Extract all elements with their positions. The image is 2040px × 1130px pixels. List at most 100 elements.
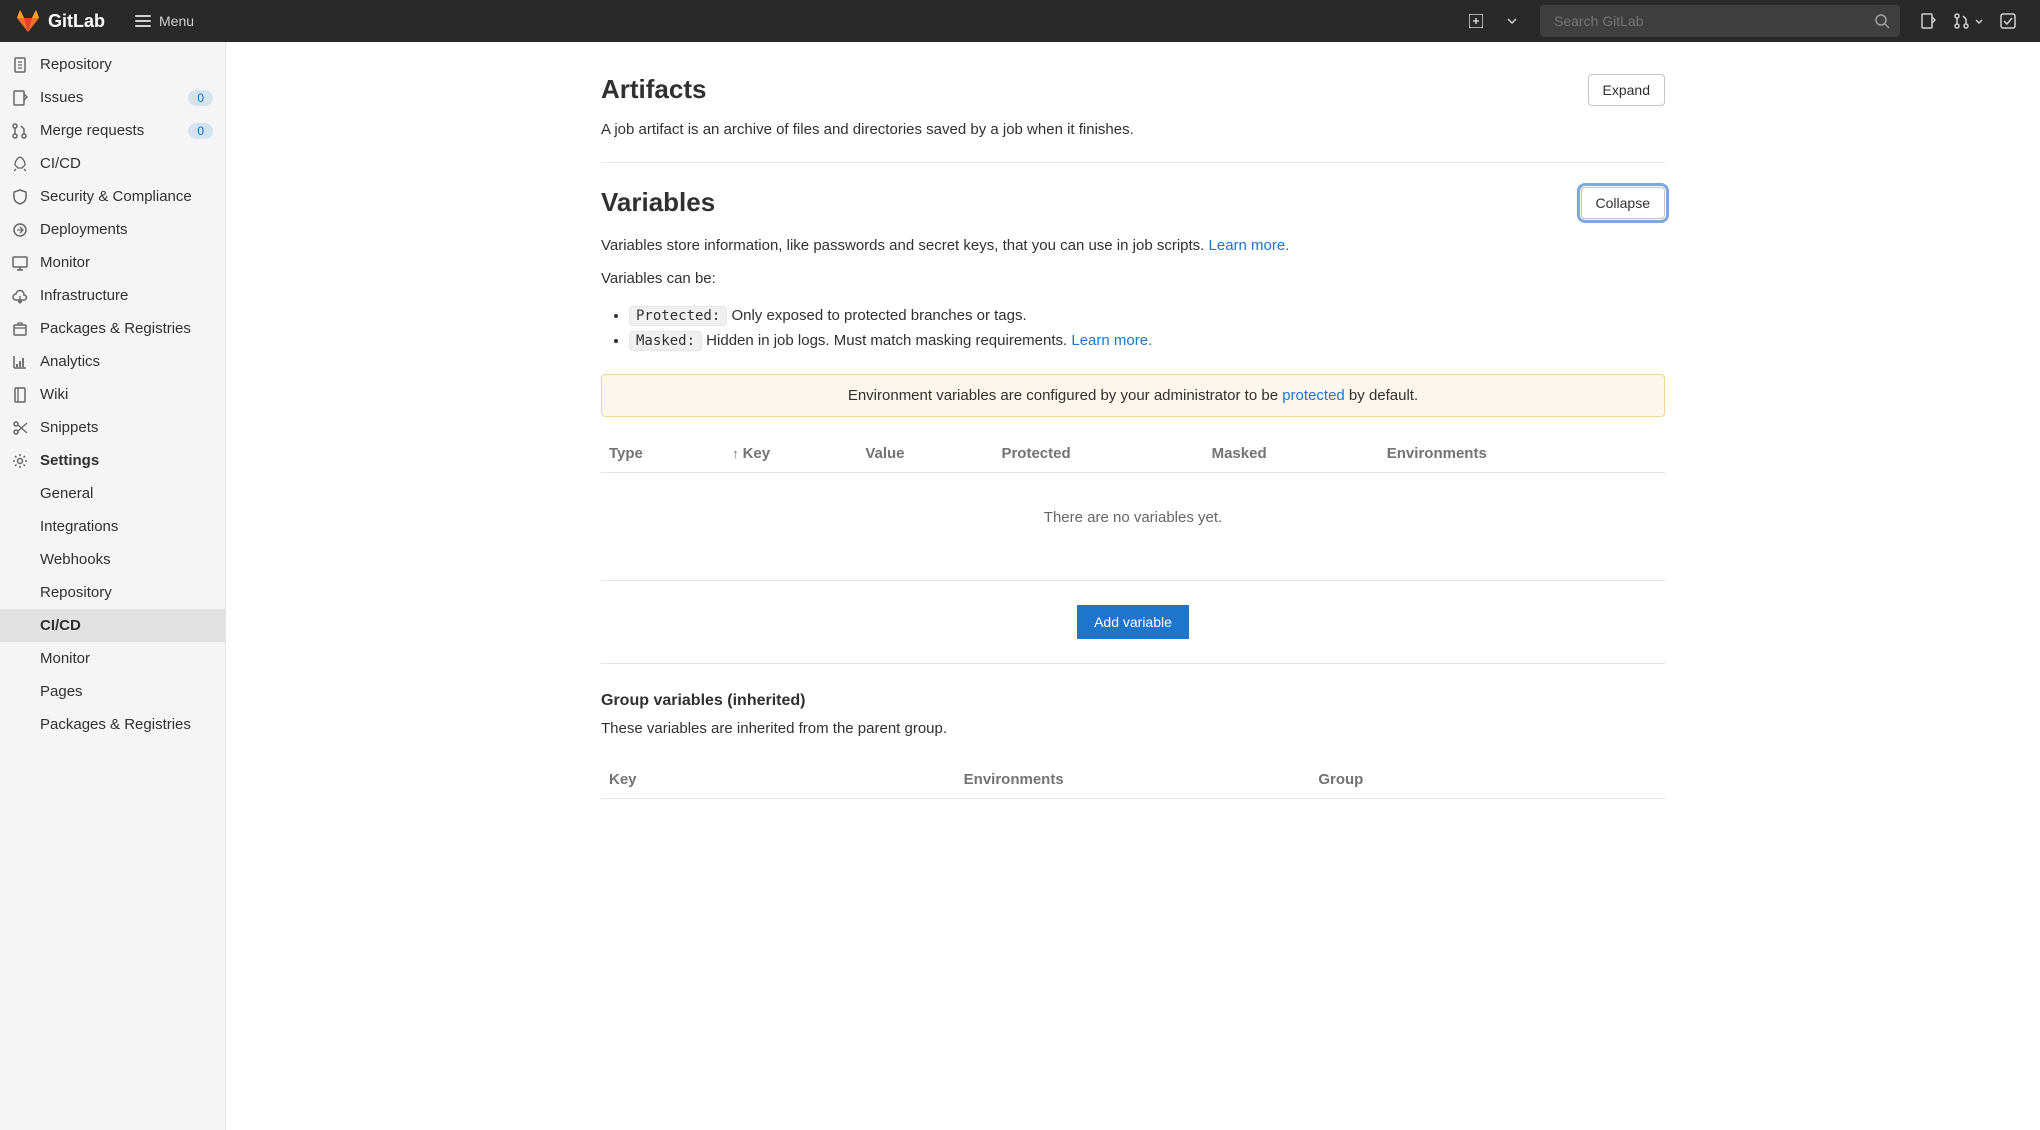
checkbox-icon — [2000, 13, 2016, 29]
sidebar-item-monitor[interactable]: Monitor — [0, 246, 225, 279]
gear-icon — [12, 453, 28, 469]
issues-icon — [12, 90, 28, 106]
variables-can-be: Variables can be: — [601, 270, 1665, 287]
sidebar-sub-packages-registries[interactable]: Packages & Registries — [0, 708, 225, 741]
sidebar-item-packages-registries[interactable]: Packages & Registries — [0, 312, 225, 345]
variables-collapse-button[interactable]: Collapse — [1581, 187, 1665, 219]
sidebar-item-issues[interactable]: Issues0 — [0, 81, 225, 114]
group-variables-desc: These variables are inherited from the p… — [601, 720, 1665, 737]
sidebar-sub-label: General — [40, 485, 93, 502]
variables-col-protected[interactable]: Protected — [993, 435, 1203, 473]
sidebar-sub-integrations[interactable]: Integrations — [0, 510, 225, 543]
chart-icon — [12, 354, 28, 370]
variables-col-value[interactable]: Value — [857, 435, 993, 473]
artifacts-title: Artifacts — [601, 74, 1588, 105]
sidebar-item-wiki[interactable]: Wiki — [0, 378, 225, 411]
variables-col-masked[interactable]: Masked — [1204, 435, 1379, 473]
search-input[interactable] — [1540, 5, 1900, 37]
sidebar-sub-label: Pages — [40, 683, 83, 700]
masked-bullet: Masked: Hidden in job logs. Must match m… — [629, 328, 1665, 354]
issues-header-button[interactable] — [1912, 5, 1944, 37]
variables-desc: Variables store information, like passwo… — [601, 237, 1665, 254]
group-col-environments[interactable]: Environments — [956, 761, 1311, 799]
sidebar-item-label: Wiki — [40, 386, 68, 403]
shield-icon — [12, 189, 28, 205]
variables-table: Type↑KeyValueProtectedMaskedEnvironments… — [601, 435, 1665, 562]
sidebar-item-label: Issues — [40, 89, 83, 106]
sidebar-sub-ci-cd[interactable]: CI/CD — [0, 609, 225, 642]
sidebar-badge: 0 — [188, 123, 213, 139]
sidebar-item-snippets[interactable]: Snippets — [0, 411, 225, 444]
sidebar-item-repository[interactable]: Repository — [0, 48, 225, 81]
variables-col-key[interactable]: ↑Key — [724, 435, 857, 473]
group-col-group[interactable]: Group — [1310, 761, 1665, 799]
sidebar-item-label: Merge requests — [40, 122, 144, 139]
sidebar-item-label: Snippets — [40, 419, 98, 436]
sidebar-item-security-compliance[interactable]: Security & Compliance — [0, 180, 225, 213]
add-variable-button[interactable]: Add variable — [1077, 605, 1189, 639]
variables-col-type[interactable]: Type — [601, 435, 724, 473]
sidebar-item-label: CI/CD — [40, 155, 81, 172]
menu-button[interactable]: Menu — [125, 7, 204, 35]
book-icon — [12, 387, 28, 403]
cloud-icon — [12, 288, 28, 304]
group-variables-table: KeyEnvironmentsGroup — [601, 761, 1665, 799]
sidebar-item-label: Infrastructure — [40, 287, 128, 304]
sidebar-item-ci-cd[interactable]: CI/CD — [0, 147, 225, 180]
sidebar-sub-label: Integrations — [40, 518, 118, 535]
create-new-dropdown[interactable] — [1496, 5, 1528, 37]
artifacts-desc: A job artifact is an archive of files an… — [601, 119, 1588, 142]
merge-icon — [12, 123, 28, 139]
sidebar-sub-pages[interactable]: Pages — [0, 675, 225, 708]
gitlab-logo-icon — [16, 9, 40, 33]
artifacts-expand-button[interactable]: Expand — [1588, 74, 1665, 106]
masked-tag: Masked: — [629, 331, 702, 351]
deploy-icon — [12, 222, 28, 238]
sidebar-sub-label: Monitor — [40, 650, 90, 667]
protected-link[interactable]: protected — [1282, 387, 1345, 404]
sidebar-item-label: Security & Compliance — [40, 188, 192, 205]
masked-learn-more-link[interactable]: Learn more. — [1071, 332, 1152, 349]
sidebar-item-label: Settings — [40, 452, 99, 469]
sidebar-sub-monitor[interactable]: Monitor — [0, 642, 225, 675]
sidebar-item-settings[interactable]: Settings — [0, 444, 225, 477]
artifacts-section: Artifacts A job artifact is an archive o… — [601, 74, 1665, 163]
sidebar-item-deployments[interactable]: Deployments — [0, 213, 225, 246]
empty-variables-row: There are no variables yet. — [601, 473, 1665, 563]
main-content: Artifacts A job artifact is an archive o… — [226, 42, 2040, 1130]
merge-requests-header-button[interactable] — [1948, 5, 1988, 37]
variable-types-list: Protected: Only exposed to protected bra… — [601, 303, 1665, 355]
protected-bullet: Protected: Only exposed to protected bra… — [629, 303, 1665, 329]
variables-learn-more-link[interactable]: Learn more. — [1209, 237, 1290, 254]
merge-icon — [1954, 13, 1972, 29]
variables-col-environments[interactable]: Environments — [1379, 435, 1665, 473]
sidebar-sub-label: Packages & Registries — [40, 716, 191, 733]
menu-label: Menu — [159, 13, 194, 29]
sidebar-sub-webhooks[interactable]: Webhooks — [0, 543, 225, 576]
top-header: GitLab Menu — [0, 0, 2040, 42]
sidebar-item-infrastructure[interactable]: Infrastructure — [0, 279, 225, 312]
todo-header-button[interactable] — [1992, 5, 2024, 37]
sidebar-item-merge-requests[interactable]: Merge requests 0 — [0, 114, 225, 147]
sidebar-item-label: Monitor — [40, 254, 90, 271]
search-icon — [1874, 13, 1890, 29]
sidebar-item-label: Deployments — [40, 221, 128, 238]
sidebar-sub-label: CI/CD — [40, 617, 81, 634]
protected-alert: Environment variables are configured by … — [601, 374, 1665, 417]
scissors-icon — [12, 420, 28, 436]
sidebar-sub-repository[interactable]: Repository — [0, 576, 225, 609]
sidebar-sub-general[interactable]: General — [0, 477, 225, 510]
sidebar-item-analytics[interactable]: Analytics — [0, 345, 225, 378]
variables-title: Variables — [601, 187, 715, 218]
sidebar-item-label: Repository — [40, 56, 112, 73]
group-col-key[interactable]: Key — [601, 761, 956, 799]
create-new-button[interactable] — [1460, 5, 1492, 37]
group-variables-title: Group variables (inherited) — [601, 692, 1665, 710]
sort-asc-icon: ↑ — [732, 446, 739, 461]
protected-tag: Protected: — [629, 306, 727, 326]
chevron-down-icon — [1507, 18, 1517, 24]
package-icon — [12, 321, 28, 337]
sidebar: Repository Issues0 Merge requests 0 CI/CD Sec… — [0, 42, 226, 1130]
chevron-down-icon — [1975, 19, 1983, 24]
sidebar-sub-label: Webhooks — [40, 551, 111, 568]
